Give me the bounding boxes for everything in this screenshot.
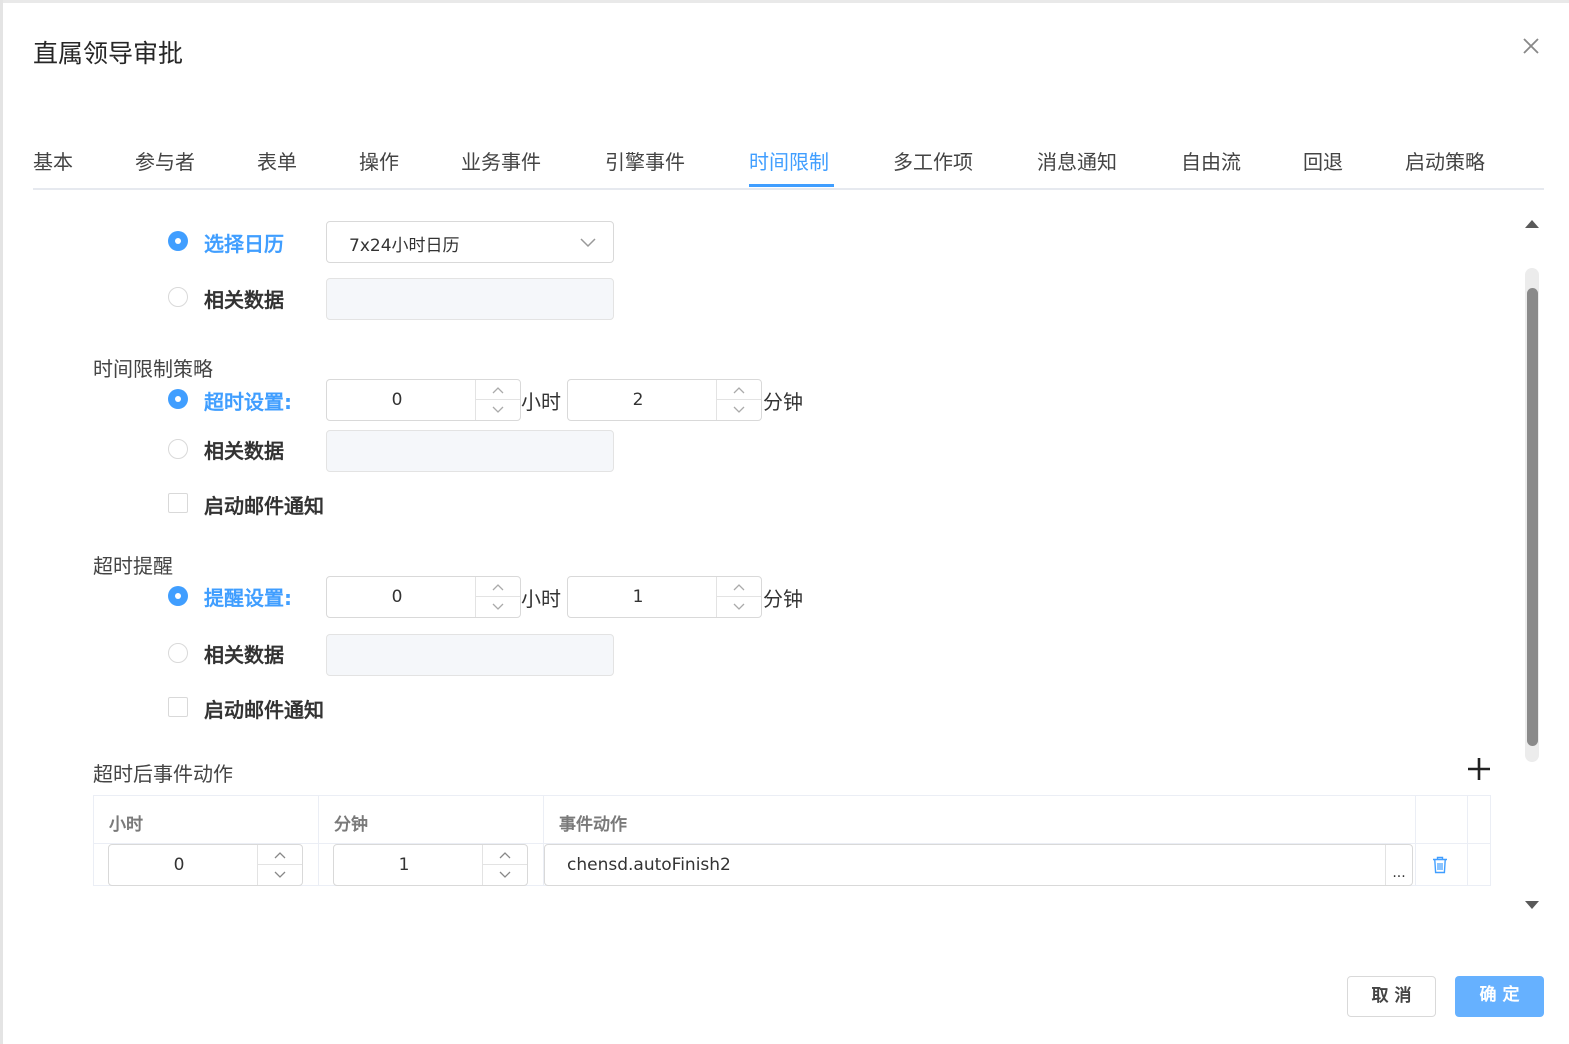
event-minutes-value[interactable]: 1: [334, 855, 474, 875]
cancel-button[interactable]: 取 消: [1347, 976, 1436, 1017]
chevron-up-icon[interactable]: [476, 577, 520, 597]
radio-label-timeout-setting[interactable]: 超时设置:: [204, 386, 292, 415]
timeout-email-checkbox[interactable]: [168, 493, 188, 513]
tab-notifications[interactable]: 消息通知: [1037, 146, 1117, 175]
reminder-email-checkbox[interactable]: [168, 697, 188, 717]
add-event-icon[interactable]: [1466, 756, 1492, 782]
reminder-hours-stepper[interactable]: 0: [326, 576, 521, 618]
tab-engine-events[interactable]: 引擎事件: [605, 146, 685, 175]
timeout-minutes-stepper[interactable]: 2: [567, 379, 762, 421]
radio-reminder-related-data[interactable]: [168, 643, 188, 663]
stepper-controls: [716, 380, 761, 420]
calendar-select-value: 7x24小时日历: [349, 236, 460, 256]
radio-label-select-calendar[interactable]: 选择日历: [204, 228, 284, 257]
timeout-minutes-unit: 分钟: [763, 390, 803, 414]
radio-timeout-setting[interactable]: [168, 389, 188, 409]
column-divider: [1415, 796, 1416, 885]
calendar-related-data-input: [326, 278, 614, 320]
column-header-action: 事件动作: [559, 815, 627, 835]
chevron-down-icon[interactable]: [717, 597, 761, 617]
chevron-down-icon: [579, 233, 597, 255]
chevron-up-icon[interactable]: [717, 380, 761, 400]
event-action-value[interactable]: chensd.autoFinish2: [567, 855, 731, 875]
reminder-email-label[interactable]: 启动邮件通知: [204, 694, 324, 723]
tab-free-flow[interactable]: 自由流: [1181, 146, 1241, 175]
radio-calendar-related-data[interactable]: [168, 287, 188, 307]
time-limit-section-title: 时间限制策略: [93, 357, 213, 381]
reminder-minutes-unit: 分钟: [763, 587, 803, 611]
tab-bar: 基本 参与者 表单 操作 业务事件 引擎事件 时间限制 多工作项 消息通知 自由…: [33, 140, 1544, 190]
chevron-down-icon[interactable]: [258, 865, 302, 885]
tab-participants[interactable]: 参与者: [135, 146, 195, 175]
chevron-down-icon[interactable]: [717, 400, 761, 420]
chevron-up-icon[interactable]: [476, 380, 520, 400]
column-header-hours: 小时: [109, 815, 143, 835]
tab-business-events[interactable]: 业务事件: [461, 146, 541, 175]
timeout-hours-unit: 小时: [521, 390, 561, 414]
radio-label-reminder-related-data[interactable]: 相关数据: [204, 639, 284, 668]
stepper-controls: [482, 845, 527, 885]
event-minutes-stepper[interactable]: 1: [333, 844, 528, 886]
tab-start-strategy[interactable]: 启动策略: [1405, 146, 1485, 175]
timeout-email-label[interactable]: 启动邮件通知: [204, 490, 324, 519]
chevron-up-icon[interactable]: [258, 845, 302, 865]
radio-timeout-related-data[interactable]: [168, 439, 188, 459]
timeout-hours-value[interactable]: 0: [327, 390, 467, 410]
reminder-hours-unit: 小时: [521, 587, 561, 611]
timeout-hours-stepper[interactable]: 0: [326, 379, 521, 421]
chevron-down-icon[interactable]: [483, 865, 527, 885]
window-top-edge: [0, 0, 1569, 3]
event-hours-value[interactable]: 0: [109, 855, 249, 875]
radio-label-calendar-related-data[interactable]: 相关数据: [204, 284, 284, 313]
stepper-controls: [475, 380, 520, 420]
tab-multi-workitem[interactable]: 多工作项: [893, 146, 973, 175]
scroll-down-arrow-icon[interactable]: [1523, 896, 1541, 915]
stepper-controls: [716, 577, 761, 617]
reminder-section-title: 超时提醒: [93, 554, 173, 578]
chevron-up-icon[interactable]: [717, 577, 761, 597]
stepper-controls: [475, 577, 520, 617]
stepper-controls: [257, 845, 302, 885]
active-tab-indicator: [749, 184, 834, 187]
calendar-select[interactable]: 7x24小时日历: [326, 221, 614, 263]
timeout-minutes-value[interactable]: 2: [568, 390, 708, 410]
tab-operations[interactable]: 操作: [359, 146, 399, 175]
chevron-down-icon[interactable]: [476, 597, 520, 617]
event-action-input[interactable]: chensd.autoFinish2 ...: [544, 844, 1413, 886]
radio-label-timeout-related-data[interactable]: 相关数据: [204, 435, 284, 464]
window-left-edge: [0, 0, 3, 1044]
dialog-title: 直属领导审批: [33, 39, 184, 68]
tab-basic[interactable]: 基本: [33, 146, 73, 175]
radio-label-reminder-setting[interactable]: 提醒设置:: [204, 582, 292, 611]
radio-reminder-setting[interactable]: [168, 586, 188, 606]
scrollbar-thumb[interactable]: [1527, 288, 1538, 746]
close-icon[interactable]: [1517, 32, 1545, 60]
chevron-down-icon[interactable]: [476, 400, 520, 420]
events-table: 小时 分钟 事件动作 0 1 chensd.autoFinish2 ...: [93, 795, 1491, 886]
reminder-minutes-stepper[interactable]: 1: [567, 576, 762, 618]
reminder-related-data-input: [326, 634, 614, 676]
trash-icon[interactable]: [1432, 856, 1448, 878]
column-divider: [318, 796, 319, 885]
event-action-picker-button[interactable]: ...: [1385, 845, 1412, 885]
tab-rollback[interactable]: 回退: [1303, 146, 1343, 175]
tab-form[interactable]: 表单: [257, 146, 297, 175]
event-hours-stepper[interactable]: 0: [108, 844, 303, 886]
events-section-title: 超时后事件动作: [93, 762, 233, 786]
tab-time-limit[interactable]: 时间限制: [749, 146, 829, 175]
column-header-minutes: 分钟: [334, 815, 368, 835]
radio-select-calendar[interactable]: [168, 231, 188, 251]
scroll-up-arrow-icon[interactable]: [1523, 215, 1541, 234]
column-divider: [1467, 796, 1468, 885]
reminder-minutes-value[interactable]: 1: [568, 587, 708, 607]
confirm-button[interactable]: 确 定: [1455, 976, 1544, 1017]
reminder-hours-value[interactable]: 0: [327, 587, 467, 607]
chevron-up-icon[interactable]: [483, 845, 527, 865]
timeout-related-data-input: [326, 430, 614, 472]
